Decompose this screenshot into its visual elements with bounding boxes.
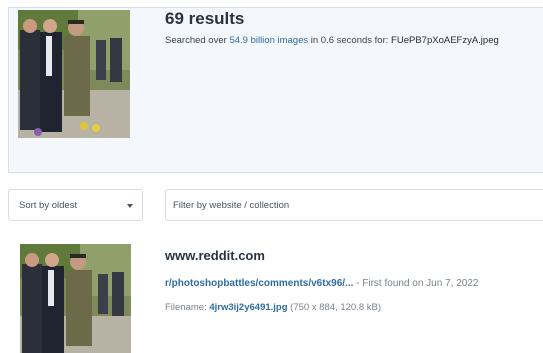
sort-dropdown[interactable]: Sort by oldest [8, 189, 143, 221]
result-domain: www.reddit.com [165, 248, 265, 263]
first-found-text: - First found on Jun 7, 2022 [353, 278, 479, 289]
images-count: 54.9 billion images [229, 35, 309, 46]
filename-label: Filename: [165, 302, 210, 313]
results-count-heading: 69 results [165, 9, 245, 28]
search-stats-line: Searched over 54.9 billion images in 0.6… [165, 35, 499, 46]
searched-mid: in 0.6 seconds for: [308, 35, 392, 46]
sort-dropdown-label: Sort by oldest [19, 200, 78, 211]
result-link[interactable]: r/photoshopbattles/comments/v6tx96/... [165, 278, 353, 289]
filename-link[interactable]: 4jrw3ij2y6491.jpg [209, 302, 287, 313]
query-filename: FUePB7pXoAEFzyA.jpeg [391, 35, 499, 46]
searched-prefix: Searched over [165, 35, 230, 46]
result-source-line: r/photoshopbattles/comments/v6tx96/... -… [165, 278, 478, 289]
result-filename-line: Filename: 4jrw3ij2y6491.jpg (750 x 884, … [165, 302, 381, 313]
tineye-results-page: 69 results Searched over 54.9 billion im… [0, 0, 543, 353]
result-image-thumbnail[interactable] [20, 244, 131, 353]
file-meta: (750 x 884, 120.8 kB) [287, 302, 382, 313]
query-image-thumbnail[interactable] [18, 10, 130, 138]
filter-website-input[interactable] [165, 189, 543, 221]
caret-down-icon [127, 204, 133, 208]
